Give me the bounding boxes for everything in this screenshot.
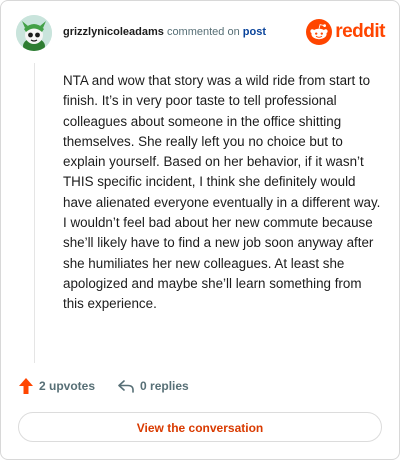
comment-actions: 2 upvotes 0 replies: [18, 377, 189, 395]
replies-count: 0 replies: [140, 379, 189, 393]
embedded-comment-card: grizzlynicoleadams commented on post red…: [0, 0, 400, 460]
reddit-logo-icon: [306, 19, 333, 45]
reddit-brand[interactable]: reddit: [306, 19, 385, 45]
username[interactable]: grizzlynicoleadams: [63, 26, 164, 38]
action-text: commented on: [166, 26, 240, 38]
comment-header: grizzlynicoleadams commented on post: [63, 24, 266, 40]
upvote-button[interactable]: 2 upvotes: [18, 377, 95, 395]
thread-line: [34, 63, 35, 363]
brand-wordmark: reddit: [335, 21, 385, 42]
upvote-arrow-icon: [19, 378, 33, 394]
upvote-count: 2 upvotes: [39, 379, 96, 393]
reply-arrow-icon: [118, 380, 134, 393]
post-link[interactable]: post: [243, 26, 266, 38]
view-conversation-button[interactable]: View the conversation: [18, 412, 382, 442]
user-avatar-icon[interactable]: [16, 15, 52, 51]
comment-body: NTA and wow that story was a wild ride f…: [63, 73, 381, 312]
replies-button[interactable]: 0 replies: [117, 379, 189, 393]
